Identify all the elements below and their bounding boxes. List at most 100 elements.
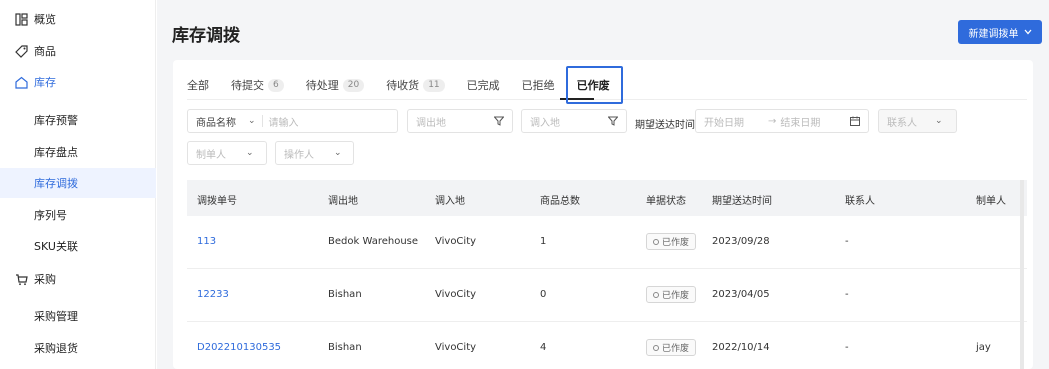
tab-label: 待处理: [305, 79, 339, 92]
from-location: Bishan: [328, 289, 362, 300]
sidebar: 概览 商品 库存 库存预警 库存盘点 库存调拨 序列号 SKU关联 采购 采购管…: [0, 0, 156, 369]
search-input[interactable]: 请输入: [269, 114, 299, 129]
highlight-box: [566, 66, 623, 104]
end-date-placeholder: 结束日期: [780, 117, 821, 129]
contact-placeholder: 联系人: [887, 117, 917, 129]
cart-icon: [14, 272, 28, 286]
creator: jay: [976, 342, 991, 353]
sidebar-item-inventory[interactable]: 库存: [0, 67, 156, 97]
from-location-placeholder: 调出地: [416, 117, 446, 129]
sidebar-item-purchase[interactable]: 采购: [0, 264, 156, 294]
contact: -: [845, 342, 849, 353]
sidebar-item-purchase-return[interactable]: 采购退货: [0, 333, 156, 363]
status-dot-icon: [653, 344, 659, 351]
sidebar-item-label: 概览: [34, 13, 56, 26]
status-badge: 已作废: [646, 339, 697, 356]
total-quantity: 1: [540, 236, 547, 247]
status-badge: 已作废: [646, 286, 697, 303]
to-location-field[interactable]: 调入地: [521, 109, 627, 133]
sidebar-item-stock-count[interactable]: 库存盘点: [0, 137, 156, 167]
column-header: 单据状态: [646, 196, 686, 207]
operator-select[interactable]: 操作人 ⌄: [275, 141, 354, 165]
transfer-id-link[interactable]: D202210130535: [197, 342, 281, 353]
tab-count-badge: 20: [342, 78, 365, 92]
tab-label: 已完成: [466, 79, 500, 92]
tab-count-badge: 6: [268, 78, 284, 92]
tab-label: 已拒绝: [521, 79, 555, 92]
sidebar-item-stock-transfer[interactable]: 库存调拨: [0, 168, 156, 198]
start-date-placeholder: 开始日期: [704, 117, 744, 129]
calendar-icon: [850, 116, 860, 129]
column-header: 调拨单号: [197, 196, 237, 207]
sidebar-item-overview[interactable]: 概览: [0, 4, 156, 34]
tab-pending-submit[interactable]: 待提交 6: [231, 77, 284, 93]
sidebar-item-label: SKU关联: [34, 240, 78, 253]
sidebar-item-label: 采购退货: [34, 342, 78, 355]
table-row[interactable]: 12233 Bishan VivoCity 0 已作废 2023/04/05 -: [187, 269, 1027, 322]
column-header: 商品总数: [540, 196, 580, 207]
tab-completed[interactable]: 已完成: [467, 77, 500, 93]
product-search-field: 商品名称 ⌄ 请输入: [187, 109, 398, 133]
filter-icon: [493, 116, 505, 129]
status-label: 已作废: [662, 344, 690, 354]
creator-select[interactable]: 制单人 ⌄: [187, 141, 267, 165]
sidebar-item-sku-link[interactable]: SKU关联: [0, 231, 156, 261]
sidebar-item-products[interactable]: 商品: [0, 36, 156, 66]
chevron-down-icon: ⌄: [246, 148, 254, 158]
expected-date: 2023/04/05: [712, 289, 770, 300]
expected-date: 2022/10/14: [712, 342, 770, 353]
date-filter-label: 期望送达时间: [635, 120, 695, 131]
transfer-list-card: 全部 待提交 6 待处理 20 待收货 11 已完成 已拒绝 已作废 商品名称 ⌄ 请…: [173, 60, 1033, 369]
sidebar-item-label: 序列号: [34, 209, 67, 222]
sidebar-item-label: 库存调拨: [34, 177, 78, 190]
contact: -: [845, 289, 849, 300]
tab-all[interactable]: 全部: [187, 77, 209, 93]
table-row[interactable]: D202210130535 Bishan VivoCity 4 已作废 2022…: [187, 322, 1027, 369]
operator-placeholder: 操作人: [284, 149, 314, 161]
transfer-id-link[interactable]: 12233: [197, 289, 229, 300]
chevron-down-icon: ⌄: [935, 116, 943, 126]
tab-label: 全部: [187, 79, 209, 92]
sidebar-item-label: 采购: [34, 273, 56, 286]
chevron-down-icon: ⌄: [248, 116, 256, 126]
sidebar-item-serial-number[interactable]: 序列号: [0, 200, 156, 230]
tab-pending-process[interactable]: 待处理 20: [305, 77, 365, 93]
total-quantity: 4: [540, 342, 547, 353]
contact-select[interactable]: 联系人 ⌄: [878, 109, 957, 133]
column-header: 调入地: [435, 196, 465, 207]
tab-rejected[interactable]: 已拒绝: [522, 77, 555, 93]
status-dot-icon: [653, 291, 659, 298]
column-header: 期望送达时间: [712, 196, 772, 207]
grid-icon: [14, 12, 28, 26]
sidebar-item-purchase-manage[interactable]: 采购管理: [0, 301, 156, 331]
house-icon: [14, 75, 28, 89]
contact: -: [845, 236, 849, 247]
table-row[interactable]: 113 Bedok Warehouse VivoCity 1 已作废 2023/…: [187, 216, 1027, 269]
product-filter-select[interactable]: 商品名称: [188, 114, 236, 129]
transfer-id-link[interactable]: 113: [197, 236, 216, 247]
sidebar-item-stock-alert[interactable]: 库存预警: [0, 105, 156, 135]
from-location: Bedok Warehouse: [328, 236, 419, 247]
date-range-picker[interactable]: 开始日期 → 结束日期: [695, 109, 869, 133]
tag-icon: [14, 44, 28, 58]
new-transfer-button[interactable]: 新建调拨单: [958, 20, 1042, 44]
table-header: 调拨单号 调出地 调入地 商品总数 单据状态 期望送达时间 联系人 制单人: [187, 180, 1027, 216]
sidebar-item-label: 采购管理: [34, 310, 78, 323]
status-badge: 已作废: [646, 233, 697, 250]
chevron-down-icon: ⌄: [334, 148, 342, 158]
from-location: Bishan: [328, 342, 362, 353]
status-label: 已作废: [662, 238, 690, 248]
tab-pending-receive[interactable]: 待收货 11: [386, 77, 445, 93]
filter-icon: [607, 116, 619, 129]
vertical-scrollbar[interactable]: [1020, 180, 1024, 369]
creator-placeholder: 制单人: [196, 149, 226, 161]
to-location: VivoCity: [435, 236, 477, 247]
chevron-down-icon: [1024, 27, 1032, 38]
main-area: 库存调拨 新建调拨单 全部 待提交 6 待处理 20 待收货 11 已完成 已拒绝 已…: [157, 0, 1049, 369]
date-separator: →: [768, 115, 777, 127]
sidebar-item-label: 库存: [34, 76, 56, 89]
to-location-placeholder: 调入地: [530, 117, 560, 129]
to-location: VivoCity: [435, 289, 477, 300]
expected-date: 2023/09/28: [712, 236, 770, 247]
from-location-field[interactable]: 调出地: [407, 109, 513, 133]
